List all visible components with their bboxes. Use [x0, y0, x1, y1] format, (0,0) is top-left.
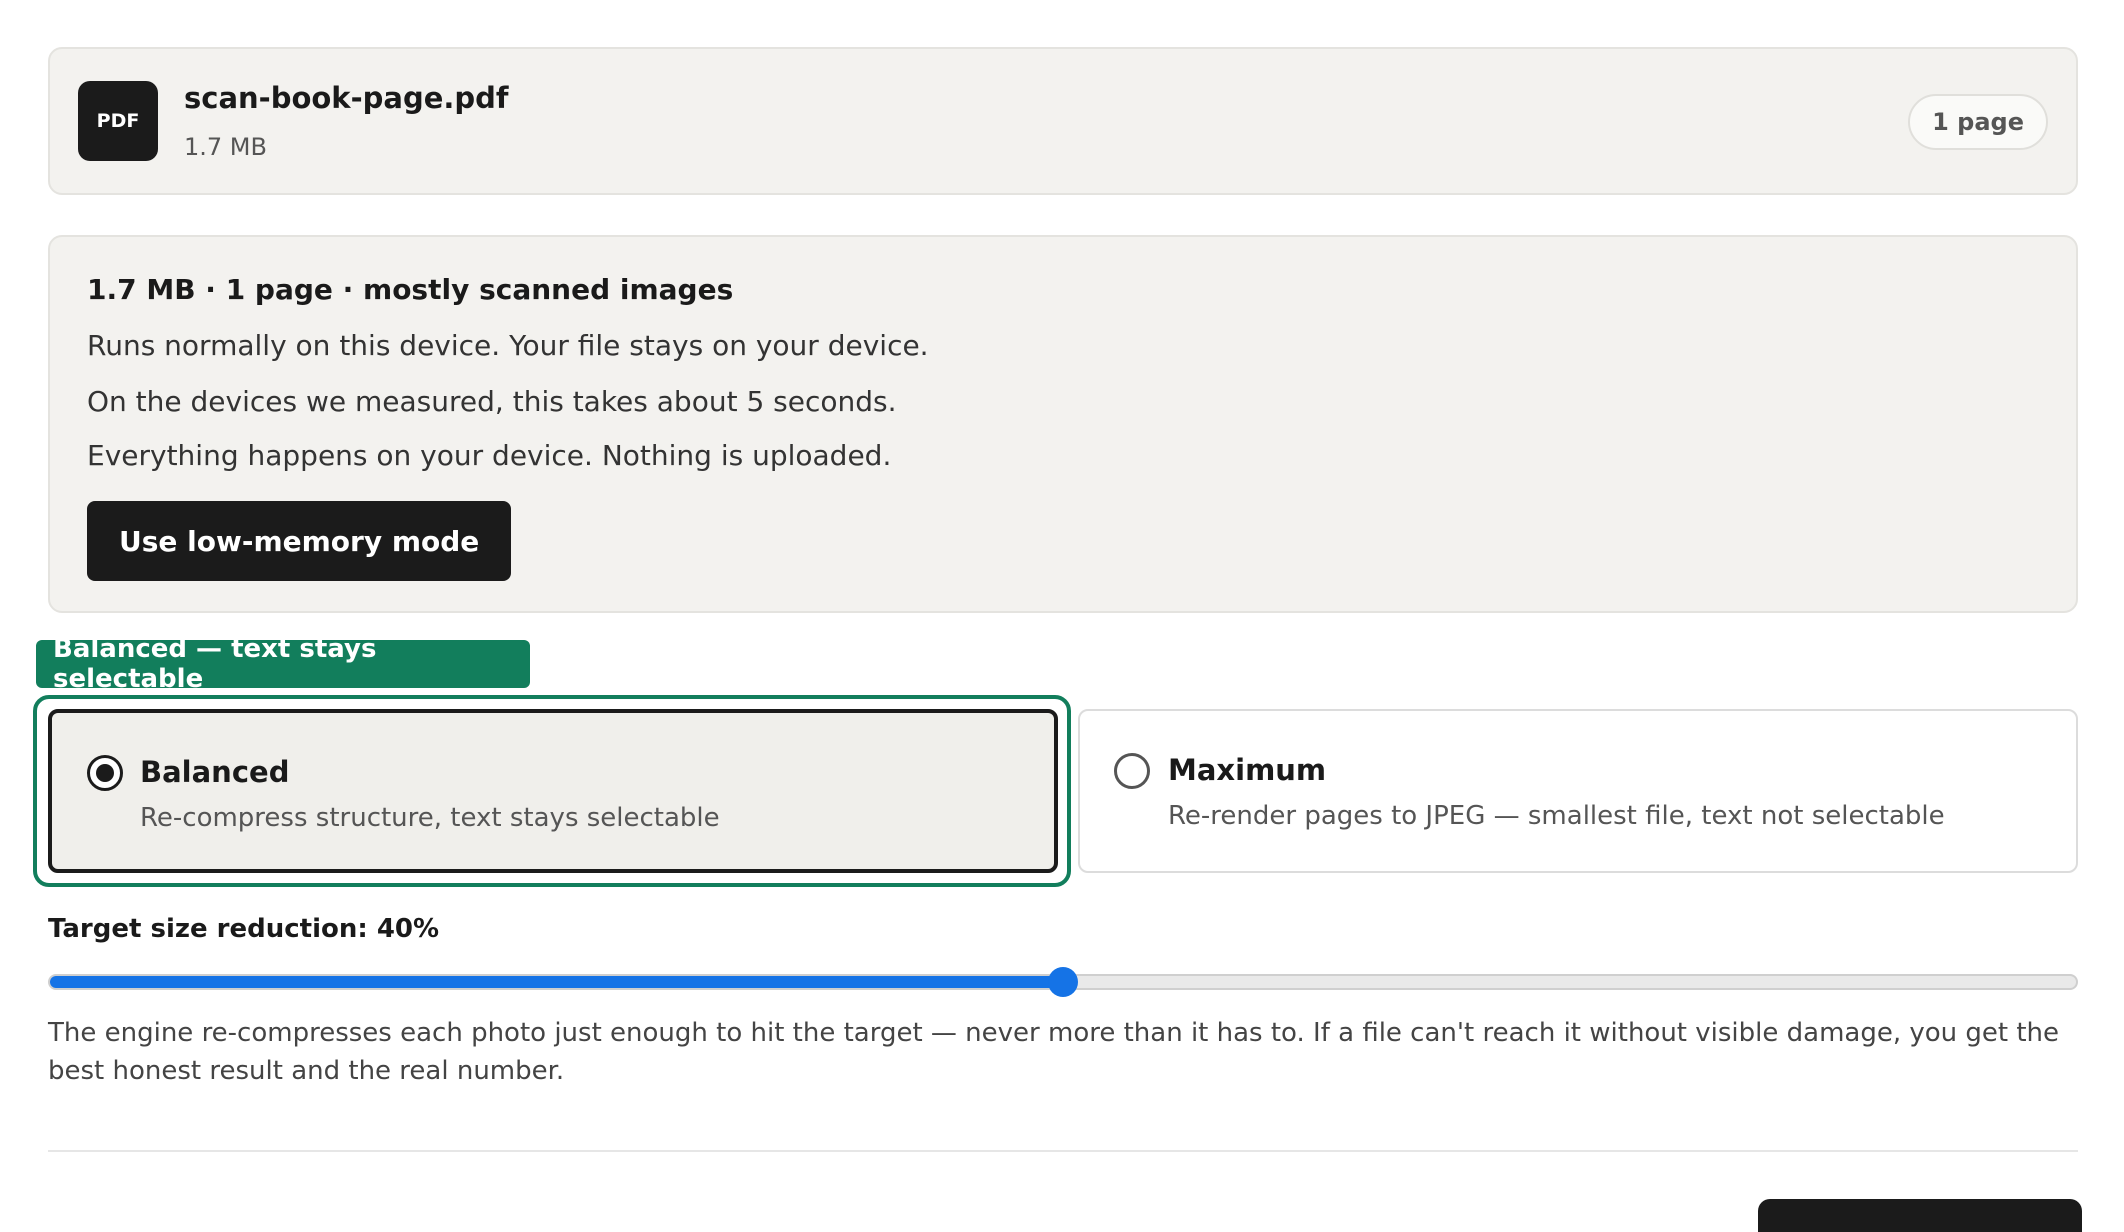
device-info-card: 1.7 MB · 1 page · mostly scanned images … [48, 235, 2078, 613]
file-size: 1.7 MB [184, 133, 267, 161]
file-card: PDF scan-book-page.pdf 1.7 MB 1 page [48, 47, 2078, 195]
privacy-text: Everything happens on your device. Nothi… [87, 439, 892, 472]
device-status-text: Runs normally on this device. Your file … [87, 329, 929, 362]
compress-page: PDF scan-book-page.pdf 1.7 MB 1 page 1.7… [0, 0, 2124, 1232]
radio-balanced[interactable] [87, 755, 123, 791]
slider-fill [50, 976, 1063, 988]
file-name: scan-book-page.pdf [184, 81, 509, 115]
radio-maximum[interactable] [1114, 753, 1150, 789]
target-reduction-slider[interactable] [48, 967, 2078, 997]
option-balanced[interactable]: Balanced Re-compress structure, text sta… [48, 709, 1058, 873]
option-maximum[interactable]: Maximum Re-render pages to JPEG — smalle… [1078, 709, 2078, 873]
option-title: Balanced [140, 755, 290, 789]
radio-selected-dot [96, 764, 114, 782]
selected-mode-tooltip: Balanced — text stays selectable [36, 634, 530, 694]
target-reduction-label: Target size reduction: 40% [48, 914, 440, 944]
time-estimate-text: On the devices we measured, this takes a… [87, 385, 897, 418]
engine-explanation: The engine re-compresses each photo just… [48, 1018, 2060, 1086]
option-description: Re-compress structure, text stays select… [140, 803, 720, 833]
slider-thumb[interactable] [1048, 967, 1078, 997]
option-title: Maximum [1168, 753, 1327, 787]
low-memory-mode-button[interactable]: Use low-memory mode [87, 501, 512, 581]
divider [48, 1150, 2078, 1152]
option-description: Re-render pages to JPEG — smallest file,… [1168, 801, 1945, 831]
pdf-file-icon: PDF [78, 81, 158, 161]
page-count-badge: 1 page [1908, 94, 2048, 150]
file-summary: 1.7 MB · 1 page · mostly scanned images [87, 273, 734, 306]
compress-button[interactable] [1758, 1199, 2082, 1232]
